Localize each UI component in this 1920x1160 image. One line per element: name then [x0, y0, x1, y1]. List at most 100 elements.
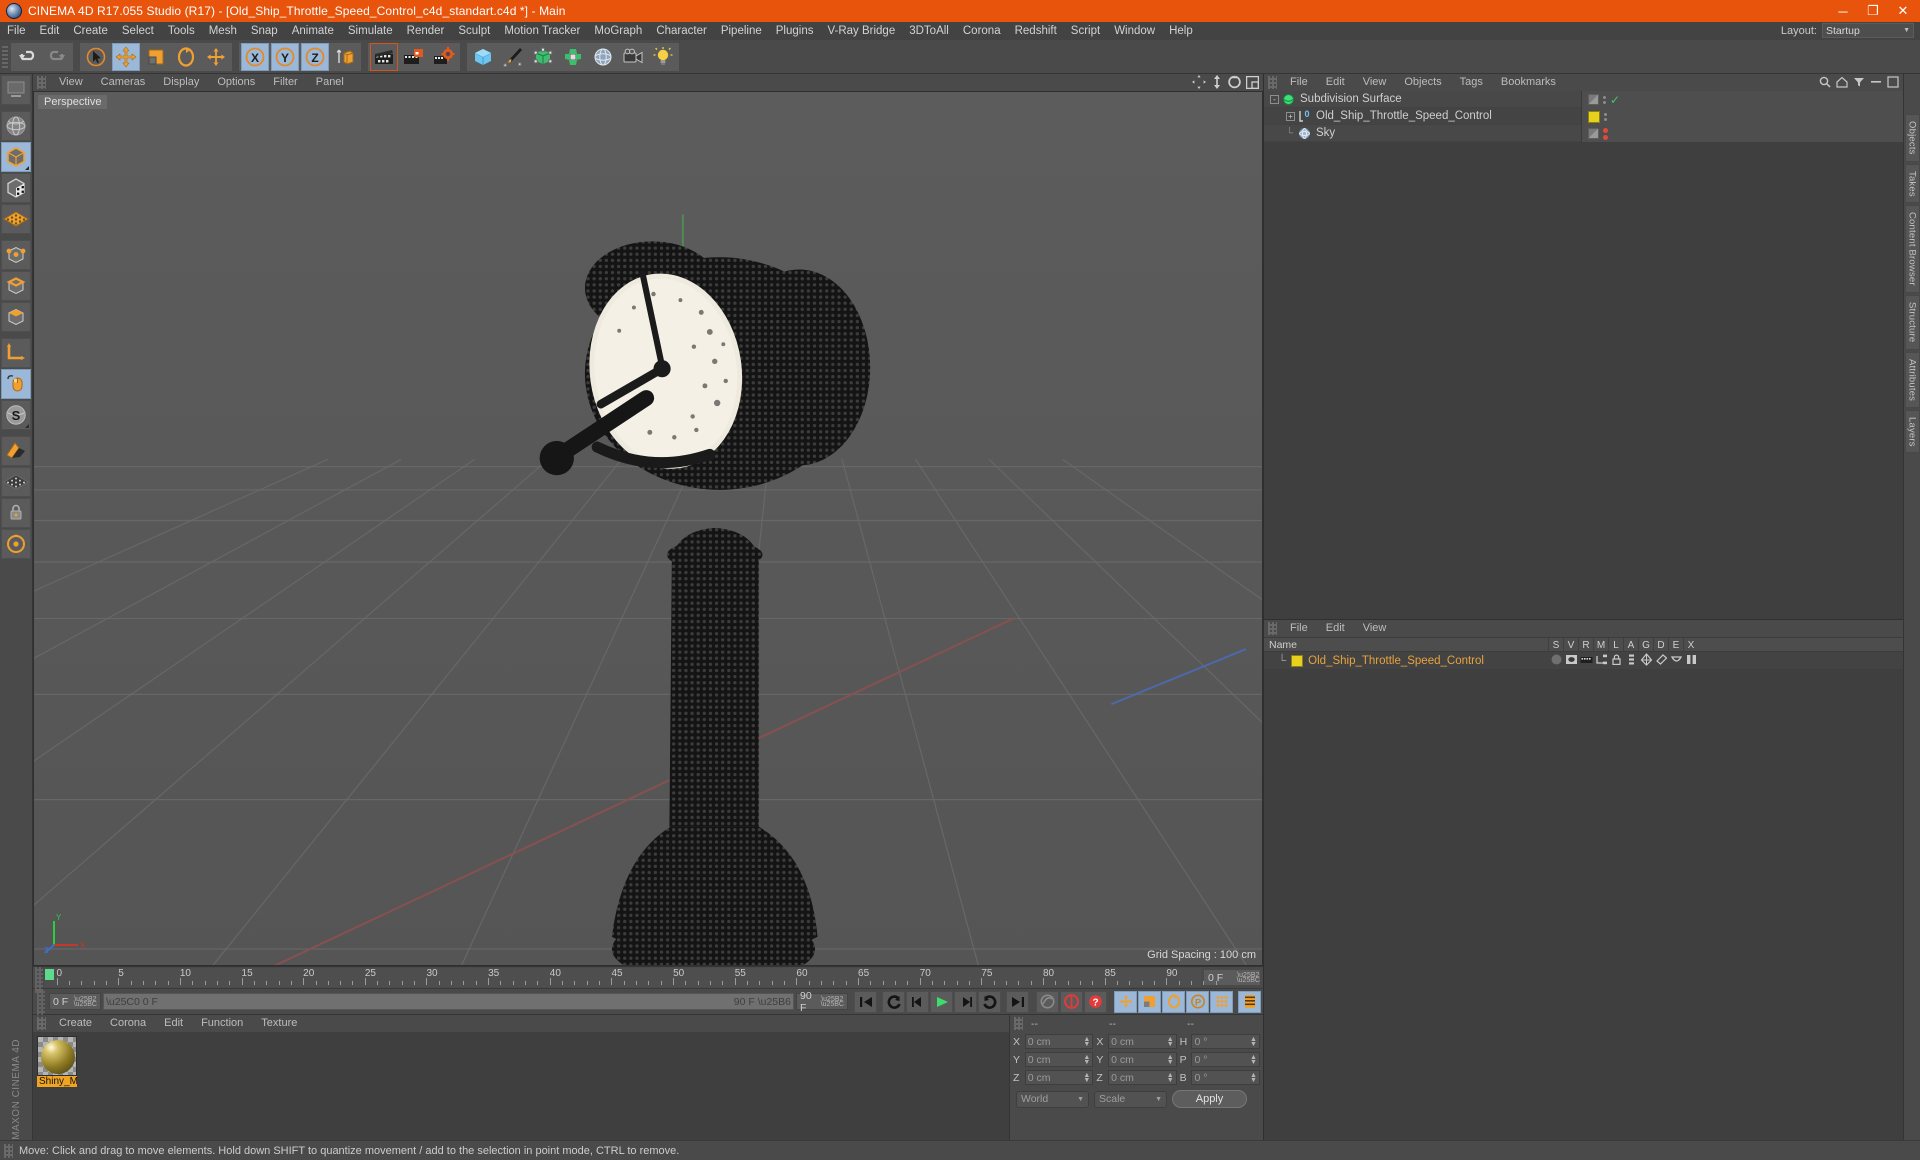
keyframe-selection-button[interactable]: ? [1084, 990, 1107, 1013]
spinner-icon[interactable]: ▲ ▼ [1167, 1072, 1174, 1084]
menu-item-v-ray-bridge[interactable]: V-Ray Bridge [820, 22, 902, 40]
tree-expander[interactable]: - [1270, 94, 1279, 104]
visibility-toggle-icon[interactable] [1588, 128, 1599, 139]
menu-item-window[interactable]: Window [1107, 22, 1162, 40]
deformer-icon[interactable] [559, 42, 587, 71]
zoom-view-icon[interactable] [1211, 75, 1223, 89]
material-menu-function[interactable]: Function [192, 1015, 252, 1032]
spinner-icon[interactable]: ▲ ▼ [1083, 1054, 1090, 1066]
texture-menu-view[interactable]: View [1354, 620, 1396, 637]
compositing-icon[interactable] [1640, 653, 1653, 666]
visibility-dots[interactable] [1603, 127, 1608, 140]
material-tag-icon[interactable] [1588, 110, 1600, 123]
axis-z-icon[interactable]: Z [301, 42, 329, 71]
texture-column-m[interactable]: M [1593, 638, 1608, 653]
quantize-icon[interactable] [1, 467, 31, 497]
move-tool-icon[interactable] [112, 42, 140, 71]
stack-icon[interactable] [1625, 653, 1638, 666]
current-frame-marker[interactable] [45, 969, 54, 980]
object-menu-objects[interactable]: Objects [1395, 74, 1450, 91]
timeline-track[interactable]: 0 5 10 15 20 25 30 35 40 45 50 55 60 65 70 75 80 85 90 [45, 968, 1217, 987]
step-back-keyframe-button[interactable] [882, 990, 905, 1013]
edge-mode-icon[interactable] [1, 271, 31, 301]
menu-item-mograph[interactable]: MoGraph [587, 22, 649, 40]
play-button[interactable] [930, 990, 953, 1013]
status-grip[interactable] [4, 1143, 13, 1158]
menu-item-plugins[interactable]: Plugins [769, 22, 821, 40]
vertical-tab-attributes[interactable]: Attributes [1904, 351, 1920, 408]
texture-column-r[interactable]: R [1578, 638, 1593, 653]
end-frame-field[interactable]: 90 F \u25B2 \u25BC [796, 990, 848, 1014]
rotation-field[interactable]: 0 ° ▲ ▼ [1191, 1070, 1260, 1085]
rotation-field[interactable]: 0 ° ▲ ▼ [1191, 1052, 1260, 1067]
enable-check-icon[interactable]: ✓ [1610, 93, 1620, 107]
camera-icon[interactable] [619, 42, 647, 71]
material-list[interactable]: Shiny_M [33, 1032, 1009, 1140]
coord-mode-select[interactable]: Scale ▼ [1094, 1090, 1167, 1108]
move-alt-icon[interactable] [202, 42, 230, 71]
material-menu-corona[interactable]: Corona [101, 1015, 155, 1032]
texture-row[interactable]: └ Old_Ship_Throttle_Speed_Control [1264, 652, 1903, 669]
axis-x-icon[interactable]: X [241, 42, 269, 71]
menu-item-redshift[interactable]: Redshift [1008, 22, 1064, 40]
visibility-dots[interactable] [1603, 95, 1606, 104]
viewport-menu-display[interactable]: Display [154, 74, 208, 91]
texture-manager-body[interactable] [1264, 669, 1903, 1140]
size-field[interactable]: 0 cm ▲ ▼ [1108, 1052, 1177, 1067]
menu-item-simulate[interactable]: Simulate [341, 22, 400, 40]
sky-icon[interactable] [1298, 127, 1311, 140]
select-cursor-icon[interactable] [82, 42, 110, 71]
current-frame-field[interactable]: 0 F \u25B2 \u25BC [49, 993, 101, 1010]
object-tree[interactable]: - Subdivision Surface ✓ +0 Old_Ship_Throttle… [1264, 91, 1903, 619]
vertical-tab-takes[interactable]: Takes [1904, 163, 1920, 204]
object-row[interactable]: +0 Old_Ship_Throttle_Speed_Control [1264, 108, 1903, 125]
texture-column-x[interactable]: X [1683, 638, 1698, 653]
visibility-icon[interactable] [1565, 653, 1578, 666]
texture-column-e[interactable]: E [1668, 638, 1683, 653]
record-active-objects-button[interactable] [1036, 990, 1059, 1013]
material-thumbnail[interactable] [37, 1036, 77, 1076]
menu-item-corona[interactable]: Corona [956, 22, 1008, 40]
menu-item-script[interactable]: Script [1064, 22, 1107, 40]
workplane-orient-icon[interactable] [1, 529, 31, 559]
vertical-tab-layers[interactable]: Layers [1904, 409, 1920, 454]
position-key-button[interactable] [1114, 990, 1137, 1013]
texture-column-l[interactable]: L [1608, 638, 1623, 653]
rotate-view-icon[interactable] [1228, 75, 1241, 89]
material-menu-texture[interactable]: Texture [252, 1015, 306, 1032]
close-button[interactable]: ✕ [1888, 0, 1918, 22]
go-to-start-button[interactable] [854, 990, 877, 1013]
snap-icon[interactable]: S [1, 400, 31, 430]
maximize-panel-icon[interactable] [1887, 76, 1899, 88]
material-menu-grip[interactable] [37, 1017, 46, 1030]
maximize-button[interactable]: ❐ [1858, 0, 1888, 22]
material-item[interactable]: Shiny_M [37, 1036, 77, 1087]
menu-item-select[interactable]: Select [115, 22, 161, 40]
object-row[interactable]: └ Sky [1264, 125, 1903, 142]
generator-icon[interactable] [529, 42, 557, 71]
menu-item-tools[interactable]: Tools [161, 22, 202, 40]
point-mode-icon[interactable] [1, 240, 31, 270]
maximize-view-icon[interactable] [1246, 75, 1259, 89]
texture-menu-grip[interactable] [1268, 622, 1277, 635]
material-menu-create[interactable]: Create [50, 1015, 101, 1032]
viewport-menu-grip[interactable] [37, 76, 46, 89]
undo-view-icon[interactable] [1, 75, 31, 105]
workplane-lock-icon[interactable] [1, 436, 31, 466]
position-field[interactable]: 0 cm ▲ ▼ [1024, 1034, 1094, 1049]
texture-mode-icon[interactable] [1, 173, 31, 203]
autokeying-button[interactable] [1060, 990, 1083, 1013]
size-field[interactable]: 0 cm ▲ ▼ [1108, 1070, 1177, 1085]
light-icon[interactable] [649, 42, 677, 71]
visibility-toggle-icon[interactable] [1588, 94, 1599, 105]
viewport-menu-options[interactable]: Options [208, 74, 264, 91]
minimize-button[interactable]: ─ [1828, 0, 1858, 22]
object-manager-grip[interactable] [1268, 76, 1277, 89]
model-mode-icon[interactable] [1, 142, 31, 172]
texture-column-v[interactable]: V [1563, 638, 1578, 653]
menu-item-file[interactable]: File [0, 22, 33, 40]
spinner-icon[interactable]: ▲ ▼ [1250, 1054, 1257, 1066]
minimize-panel-icon[interactable] [1870, 76, 1882, 88]
step-forward-frame-button[interactable] [954, 990, 977, 1013]
step-back-frame-button[interactable] [906, 990, 929, 1013]
